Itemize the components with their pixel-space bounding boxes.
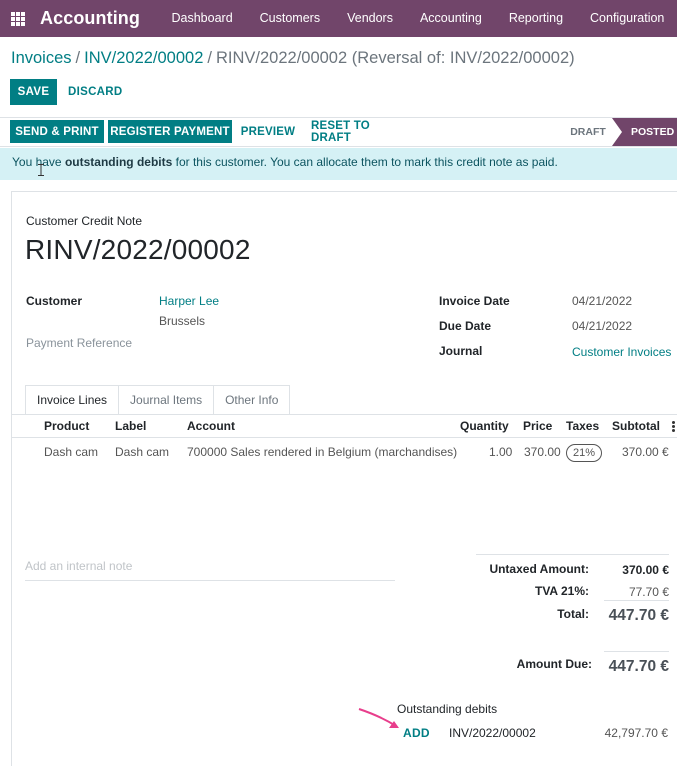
journal-label: Journal: [439, 344, 483, 358]
text-cursor-icon: [38, 164, 44, 176]
tab-other-info[interactable]: Other Info: [213, 385, 291, 415]
apps-grid-icon[interactable]: [11, 11, 25, 26]
invoice-date-value[interactable]: 04/21/2022: [572, 294, 632, 308]
untaxed-amount-label: Untaxed Amount:: [489, 562, 589, 576]
amount-due-label: Amount Due:: [516, 657, 592, 671]
row-account[interactable]: 700000 Sales rendered in Belgium (marcha…: [187, 445, 457, 459]
column-subtotal[interactable]: Subtotal: [612, 419, 660, 433]
internal-note-input[interactable]: Add an internal note: [25, 559, 395, 581]
invoice-date-label: Invoice Date: [439, 294, 510, 308]
customer-label: Customer: [26, 294, 83, 308]
save-button[interactable]: SAVE: [10, 79, 57, 105]
column-account[interactable]: Account: [187, 419, 235, 433]
column-label[interactable]: Label: [115, 419, 146, 433]
breadcrumb: Invoices / INV/2022/00002/RINV/2022/00002 …: [11, 49, 575, 68]
row-tax-badge[interactable]: 21%: [566, 444, 603, 462]
table-header-divider: [12, 437, 677, 438]
menu-configuration[interactable]: Configuration: [577, 0, 677, 37]
column-product[interactable]: Product: [44, 419, 89, 433]
row-subtotal: 370.00 €: [622, 445, 669, 459]
amount-due-divider: [604, 651, 669, 652]
alert-bold: outstanding debits: [64, 155, 173, 169]
column-taxes[interactable]: Taxes: [566, 419, 599, 433]
menu-dashboard[interactable]: Dashboard: [158, 0, 246, 37]
optional-columns-icon[interactable]: [672, 421, 675, 432]
document-name: RINV/2022/00002: [25, 234, 251, 265]
row-price[interactable]: 370.00: [524, 445, 561, 459]
journal-link[interactable]: Customer Invoices: [572, 345, 671, 359]
payment-reference-label: Payment Reference: [26, 336, 133, 350]
row-product[interactable]: Dash cam: [44, 445, 98, 459]
due-date-label: Due Date: [439, 319, 492, 333]
alert-suffix: for this customer. You can allocate them…: [172, 155, 558, 169]
notebook-tabs: Invoice Lines Journal Items Other Info: [25, 385, 291, 415]
menu-accounting[interactable]: Accounting: [406, 0, 495, 37]
register-payment-button[interactable]: REGISTER PAYMENT: [108, 120, 232, 143]
breadcrumb-invoices[interactable]: Invoices: [11, 49, 72, 67]
main-menu: Dashboard Customers Vendors Accounting R…: [158, 0, 677, 37]
stage-draft[interactable]: DRAFT: [560, 118, 616, 146]
customer-name-link[interactable]: Harper Lee: [159, 294, 219, 308]
menu-vendors[interactable]: Vendors: [334, 0, 407, 37]
tab-journal-items[interactable]: Journal Items: [118, 385, 215, 415]
breadcrumb-original-invoice[interactable]: INV/2022/00002: [84, 49, 203, 67]
column-price[interactable]: Price: [523, 419, 552, 433]
status-bar: SEND & PRINT REGISTER PAYMENT PREVIEW RE…: [0, 117, 677, 147]
outstanding-debits-title: Outstanding debits: [397, 702, 498, 716]
due-date-value[interactable]: 04/21/2022: [572, 319, 632, 333]
add-outstanding-button[interactable]: ADD: [403, 726, 430, 740]
tab-invoice-lines[interactable]: Invoice Lines: [25, 385, 120, 415]
stage-posted[interactable]: POSTED: [612, 118, 677, 146]
tabs-divider: [12, 414, 677, 415]
preview-button[interactable]: PREVIEW: [241, 120, 295, 143]
tax-label: TVA 21%:: [534, 584, 589, 598]
totals-divider: [476, 554, 669, 555]
outstanding-reference: INV/2022/00002: [449, 726, 536, 740]
total-label: Total:: [557, 607, 589, 621]
breadcrumb-separator: /: [75, 49, 81, 67]
tax-value: 77.70 €: [628, 585, 669, 599]
untaxed-amount-value: 370.00 €: [622, 563, 669, 577]
pointer-arrow-icon: [358, 708, 399, 728]
outstanding-debits-alert: You have outstanding debits for this cus…: [0, 148, 677, 180]
document-type: Customer Credit Note: [26, 214, 143, 228]
menu-reporting[interactable]: Reporting: [495, 0, 576, 37]
column-quantity[interactable]: Quantity: [460, 419, 509, 433]
row-quantity[interactable]: 1.00: [489, 445, 512, 459]
form-sheet: [11, 191, 677, 766]
send-print-button[interactable]: SEND & PRINT: [10, 120, 104, 143]
top-navbar: Accounting Dashboard Customers Vendors A…: [0, 0, 677, 37]
app-brand[interactable]: Accounting: [40, 8, 140, 29]
outstanding-amount: 42,797.70 €: [604, 726, 668, 740]
total-value: 447.70 €: [608, 607, 669, 624]
reset-to-draft-button[interactable]: RESET TO DRAFT: [311, 120, 405, 144]
breadcrumb-separator: /: [207, 49, 212, 67]
total-divider: [604, 600, 669, 601]
discard-button[interactable]: DISCARD: [68, 79, 123, 105]
breadcrumb-current: RINV/2022/00002 (Reversal of: INV/2022/0…: [215, 49, 575, 67]
menu-customers[interactable]: Customers: [246, 0, 333, 37]
customer-city: Brussels: [159, 314, 206, 328]
amount-due-value: 447.70 €: [608, 658, 669, 675]
row-label[interactable]: Dash cam: [115, 445, 169, 459]
